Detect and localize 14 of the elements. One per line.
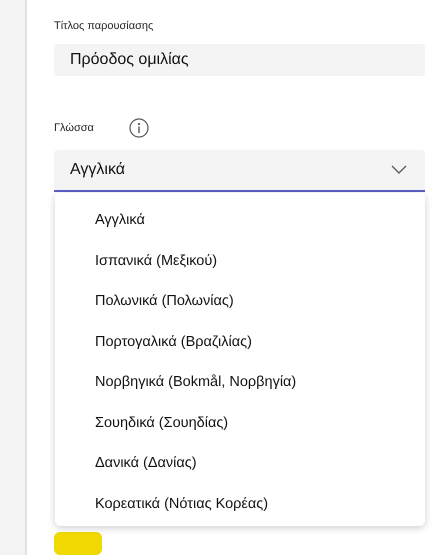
dropdown-option[interactable]: Αγγλικά (55, 200, 425, 241)
field-label: Γλώσσα (54, 122, 94, 134)
title-field[interactable]: Πρόοδος ομιλίας (54, 44, 425, 76)
dropdown-option[interactable]: Πορτογαλικά (Βραζιλίας) (55, 322, 425, 362)
dropdown-option[interactable]: Πολωνικά (Πολωνίας) (55, 281, 425, 322)
chevron-down-icon (391, 165, 407, 176)
dropdown-option[interactable]: Νορβηγικά (Bokmål, Νορβηγία) (55, 362, 425, 403)
info-icon[interactable] (128, 118, 149, 138)
field-label: Τίτλος παρουσίασης (54, 20, 154, 32)
dropdown-option[interactable]: Ισπανικά (Μεξικού) (55, 240, 425, 282)
dropdown-option[interactable]: Δανικά (Δανίας) (55, 443, 425, 484)
dropdown-option[interactable]: Σουηδικά (Σουηδίας) (55, 402, 425, 444)
dropdown-option[interactable]: Κορεατικά (Νότιας Κορέας) (55, 484, 425, 524)
language-dropdown[interactable]: Αγγλικά (54, 150, 425, 192)
